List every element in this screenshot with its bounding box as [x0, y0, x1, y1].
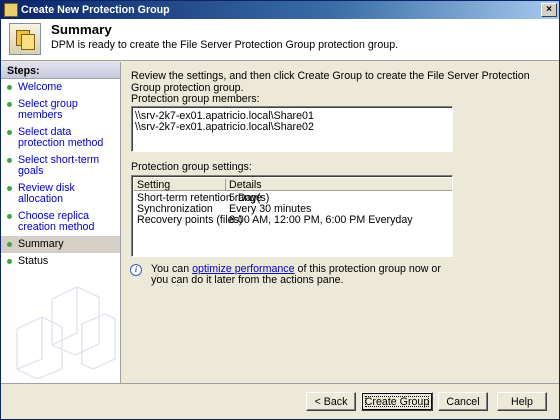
step-select-group-members[interactable]: Select group members	[1, 96, 120, 124]
step-review-disk-allocation[interactable]: Review disk allocation	[1, 180, 120, 208]
green-bullet-icon	[7, 214, 12, 219]
step-welcome[interactable]: Welcome	[1, 79, 120, 96]
column-header-setting[interactable]: Setting	[134, 179, 226, 191]
title-bar[interactable]: Create New Protection Group ×	[1, 1, 559, 19]
member-item[interactable]: \\srv-2k7-ex01.apatricio.local\Share02	[135, 121, 314, 133]
steps-title: Steps:	[1, 62, 120, 79]
setting-value: 8:00 AM, 12:00 PM, 6:00 PM Everyday	[229, 214, 413, 226]
main-content: Review the settings, and then click Crea…	[122, 62, 559, 383]
app-icon	[4, 3, 18, 17]
close-icon[interactable]: ×	[541, 3, 557, 17]
wizard-header: Summary DPM is ready to create the File …	[1, 19, 559, 61]
help-button[interactable]: Help	[497, 392, 547, 411]
green-bullet-icon	[7, 102, 12, 107]
page-title: Summary	[51, 22, 112, 37]
step-status: Status	[1, 253, 120, 270]
create-group-button[interactable]: Create Group	[361, 392, 433, 411]
step-summary: Summary	[1, 236, 120, 253]
settings-label: Protection group settings:	[131, 161, 252, 173]
info-text: You can optimize performance of this pro…	[151, 263, 441, 286]
instructions-text: Review the settings, and then click Crea…	[131, 70, 530, 94]
protection-group-icon	[9, 23, 41, 55]
setting-name: Recovery points (files)	[137, 214, 243, 226]
step-choose-replica-creation-method[interactable]: Choose replica creation method	[1, 208, 120, 236]
server-watermark-graphic	[16, 286, 116, 379]
page-subtitle: DPM is ready to create the File Server P…	[51, 39, 399, 51]
step-select-short-term-goals[interactable]: Select short-term goals	[1, 152, 120, 180]
members-listbox[interactable]: \\srv-2k7-ex01.apatricio.local\Share01 \…	[131, 106, 453, 152]
step-select-data-protection-method[interactable]: Select data protection method	[1, 124, 120, 152]
green-bullet-icon	[7, 259, 12, 264]
members-label: Protection group members:	[131, 93, 260, 105]
green-bullet-icon	[7, 85, 12, 90]
green-bullet-icon	[7, 186, 12, 191]
green-bullet-icon	[7, 130, 12, 135]
green-bullet-icon	[7, 158, 12, 163]
steps-list: Welcome Select group members Select data…	[1, 79, 120, 270]
settings-grid[interactable]: Setting Details Short-term retention ran…	[131, 175, 453, 257]
info-icon: i	[130, 264, 142, 276]
window-title: Create New Protection Group	[21, 4, 170, 16]
cancel-button[interactable]: Cancel	[438, 392, 488, 411]
back-button[interactable]: < Back	[306, 392, 356, 411]
wizard-window: Create New Protection Group × Summary DP…	[0, 0, 560, 420]
steps-sidebar: Steps: Welcome Select group members Sele…	[1, 62, 121, 383]
settings-grid-header: Setting Details	[134, 178, 452, 191]
wizard-footer: < Back Create Group Cancel Help	[1, 383, 559, 419]
column-header-details[interactable]: Details	[226, 179, 452, 191]
green-bullet-icon	[7, 242, 12, 247]
